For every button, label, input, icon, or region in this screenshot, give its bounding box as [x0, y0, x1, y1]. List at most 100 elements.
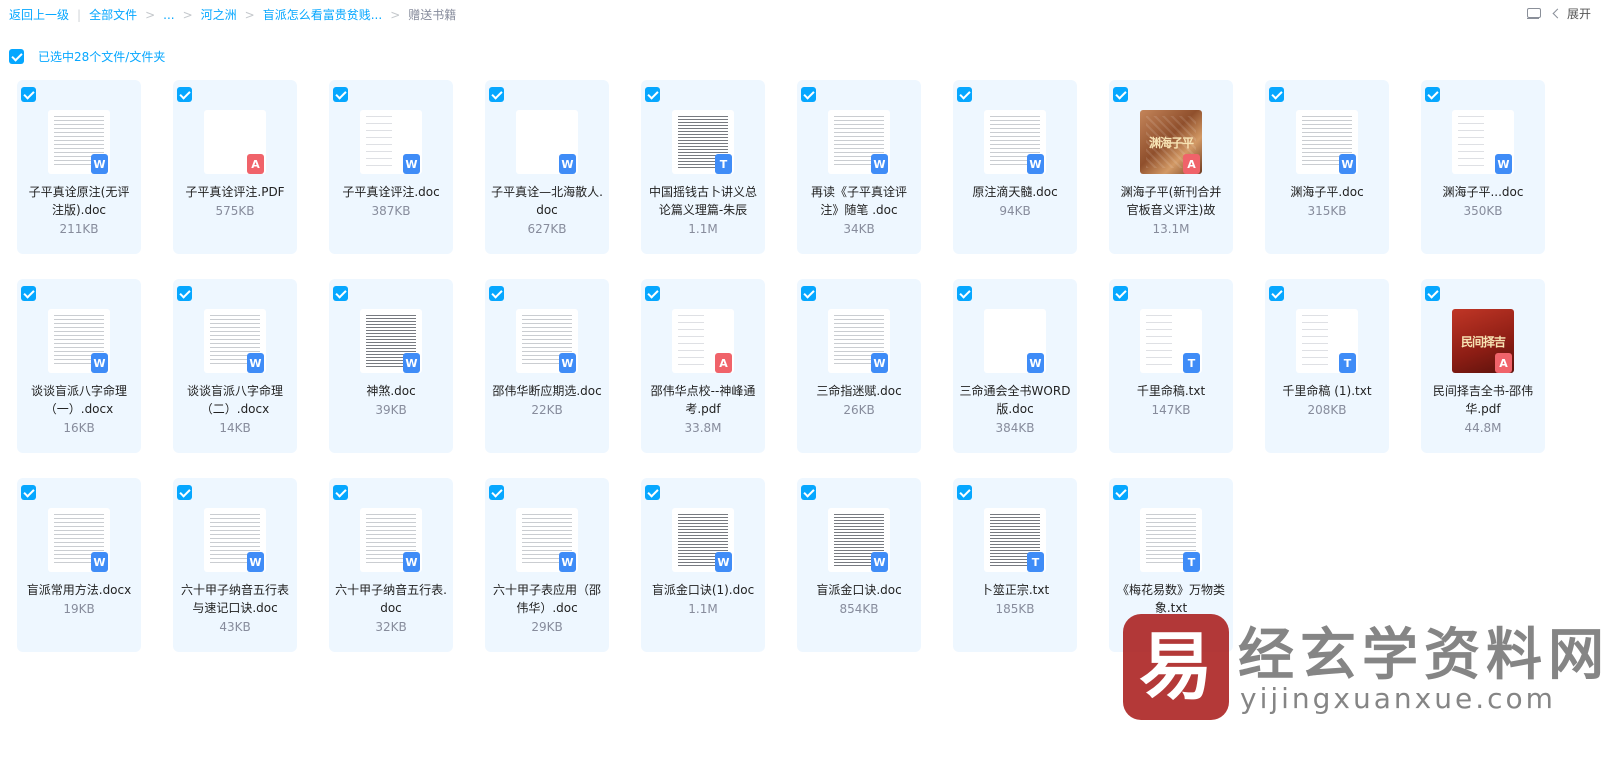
file-size: 39KB [375, 403, 407, 417]
file-checkbox[interactable] [957, 286, 972, 301]
file-card[interactable]: T 千里命稿 (1).txt 208KB [1265, 279, 1389, 453]
file-checkbox[interactable] [801, 286, 816, 301]
file-checkbox[interactable] [177, 485, 192, 500]
word-file-icon: W [715, 552, 732, 572]
file-size: 14KB [219, 421, 251, 435]
pdf-file-icon: A [1495, 353, 1512, 373]
file-checkbox[interactable] [957, 87, 972, 102]
file-checkbox[interactable] [801, 87, 816, 102]
file-size: 627KB [527, 222, 567, 236]
file-size: 315KB [1307, 204, 1347, 218]
file-card[interactable]: W 子平真诠评注.doc 387KB [329, 80, 453, 254]
file-card[interactable]: W 六十甲子表应用（邵伟华）.doc 29KB [485, 478, 609, 652]
file-checkbox[interactable] [177, 286, 192, 301]
file-size: 32KB [375, 620, 407, 634]
file-checkbox[interactable] [1113, 286, 1128, 301]
file-thumbnail: T [1140, 508, 1202, 572]
breadcrumb-root[interactable]: 全部文件 [89, 6, 137, 23]
word-file-icon: W [247, 353, 264, 373]
file-size: 26KB [843, 403, 875, 417]
file-name: 《梅花易数》万物类象.txt [1116, 583, 1225, 615]
file-card[interactable]: T 中国摇钱古卜讲义总论篇义理篇-朱辰 1.1M [641, 80, 765, 254]
file-checkbox[interactable] [489, 87, 504, 102]
breadcrumb-level2[interactable]: 盲派怎么看富贵贫贱... [263, 6, 382, 23]
word-file-icon: W [559, 552, 576, 572]
file-size: 208KB [1307, 403, 1347, 417]
file-checkbox[interactable] [957, 485, 972, 500]
file-name: 三命通会全书WORD版.doc [959, 384, 1071, 416]
file-card[interactable]: A 子平真诠评注.PDF 575KB [173, 80, 297, 254]
file-card[interactable]: W 盲派金口诀.doc 854KB [797, 478, 921, 652]
file-thumbnail: W [984, 309, 1046, 373]
file-checkbox[interactable] [1113, 87, 1128, 102]
file-name: 三命指迷赋.doc [816, 384, 902, 398]
text-file-icon: T [1027, 552, 1044, 572]
breadcrumb-level1[interactable]: 河之洲 [201, 6, 237, 23]
file-card[interactable]: 民间择吉 A 民间择吉全书-邵伟华.pdf 44.8M [1421, 279, 1545, 453]
file-checkbox[interactable] [1269, 286, 1284, 301]
file-checkbox[interactable] [1425, 87, 1440, 102]
file-checkbox[interactable] [333, 485, 348, 500]
file-card[interactable]: W 三命指迷赋.doc 26KB [797, 279, 921, 453]
expand-button[interactable]: 展开 [1552, 5, 1591, 22]
file-card[interactable]: W 子平真诠原注(无评注版).doc 211KB [17, 80, 141, 254]
file-thumbnail: A [204, 110, 266, 174]
list-view-icon[interactable] [1526, 7, 1541, 21]
file-card[interactable]: W 盲派金口诀(1).doc 1.1M [641, 478, 765, 652]
text-file-icon: T [1183, 353, 1200, 373]
file-card[interactable]: W 谈谈盲派八字命理（一）.docx 16KB [17, 279, 141, 453]
file-checkbox[interactable] [489, 286, 504, 301]
back-link[interactable]: 返回上一级 [9, 6, 69, 23]
file-card[interactable]: W 神煞.doc 39KB [329, 279, 453, 453]
file-checkbox[interactable] [489, 485, 504, 500]
pdf-file-icon: A [247, 154, 264, 174]
file-card[interactable]: W 谈谈盲派八字命理（二）.docx 14KB [173, 279, 297, 453]
word-file-icon: W [1495, 154, 1512, 174]
file-card[interactable]: A 邵伟华点校--神峰通考.pdf 33.8M [641, 279, 765, 453]
file-thumbnail: W [984, 110, 1046, 174]
file-card[interactable]: W 六十甲子纳音五行表.doc 32KB [329, 478, 453, 652]
file-checkbox[interactable] [645, 87, 660, 102]
file-checkbox[interactable] [333, 286, 348, 301]
file-size: 13.1M [1152, 222, 1190, 236]
file-card[interactable]: T 千里命稿.txt 147KB [1109, 279, 1233, 453]
file-card[interactable]: W 渊海子平.doc 315KB [1265, 80, 1389, 254]
word-file-icon: W [559, 353, 576, 373]
file-card[interactable]: W 六十甲子纳音五行表与速记口诀.doc 43KB [173, 478, 297, 652]
select-all-checkbox[interactable] [9, 49, 24, 64]
word-file-icon: W [871, 552, 888, 572]
file-thumbnail: W [828, 309, 890, 373]
word-file-icon: W [871, 353, 888, 373]
file-checkbox[interactable] [21, 485, 36, 500]
file-checkbox[interactable] [21, 286, 36, 301]
file-size: 854KB [839, 602, 879, 616]
file-card[interactable]: W 盲派常用方法.docx 19KB [17, 478, 141, 652]
file-checkbox[interactable] [21, 87, 36, 102]
file-thumbnail: W [516, 309, 578, 373]
file-name: 子平真诠评注.doc [342, 185, 440, 199]
file-thumbnail: T [1296, 309, 1358, 373]
file-card[interactable]: W 邵伟华断应期选.doc 22KB [485, 279, 609, 453]
chevron-left-icon [1552, 8, 1563, 19]
file-card[interactable]: W 渊海子平...doc 350KB [1421, 80, 1545, 254]
file-checkbox[interactable] [333, 87, 348, 102]
file-checkbox[interactable] [1113, 485, 1128, 500]
file-checkbox[interactable] [801, 485, 816, 500]
file-card[interactable]: W 原注滴天髓.doc 94KB [953, 80, 1077, 254]
file-name: 千里命稿.txt [1136, 384, 1206, 398]
word-file-icon: W [1027, 353, 1044, 373]
file-card[interactable]: W 三命通会全书WORD版.doc 384KB [953, 279, 1077, 453]
breadcrumb-ellipsis[interactable]: ... [163, 8, 174, 22]
file-checkbox[interactable] [645, 485, 660, 500]
file-card[interactable]: W 再读《子平真诠评注》随笔 .doc 34KB [797, 80, 921, 254]
file-card[interactable]: W 子平真诠—北海散人.doc 627KB [485, 80, 609, 254]
file-checkbox[interactable] [177, 87, 192, 102]
file-checkbox[interactable] [645, 286, 660, 301]
file-card[interactable]: T 卜筮正宗.txt 185KB [953, 478, 1077, 652]
file-size: 1.1M [688, 602, 718, 616]
file-checkbox[interactable] [1269, 87, 1284, 102]
file-card[interactable]: 渊海子平 A 渊海子平(新刊合并官板音义评注)故 13.1M [1109, 80, 1233, 254]
file-checkbox[interactable] [1425, 286, 1440, 301]
file-thumbnail: W [360, 309, 422, 373]
file-name: 六十甲子纳音五行表.doc [335, 583, 447, 615]
